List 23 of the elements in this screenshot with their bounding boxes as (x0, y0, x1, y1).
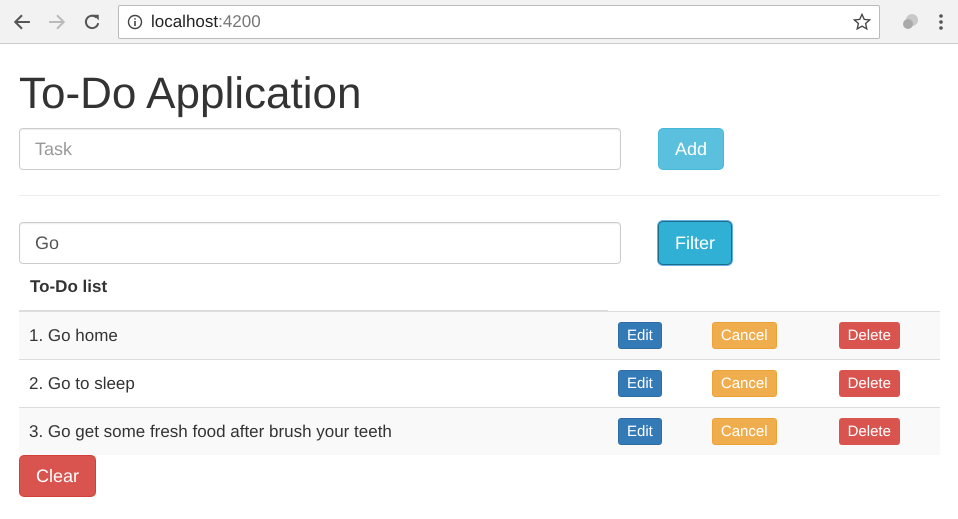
add-button[interactable]: Add (658, 128, 724, 170)
edit-button[interactable]: Edit (618, 322, 662, 350)
star-icon[interactable] (853, 12, 871, 30)
page-title: To-Do Application (19, 70, 362, 118)
delete-button[interactable]: Delete (838, 370, 900, 398)
menu-icon[interactable] (938, 12, 944, 30)
task-text: 2. Go to sleep (28, 374, 136, 394)
clear-button[interactable]: Clear (19, 455, 96, 498)
task-text: 3. Go get some fresh food after brush your teeth (28, 422, 393, 442)
back-icon[interactable] (13, 12, 31, 30)
edit-button[interactable]: Edit (618, 418, 662, 446)
url-host: localhost (151, 12, 218, 32)
edit-button[interactable]: Edit (618, 370, 662, 398)
delete-button[interactable]: Delete (838, 418, 900, 446)
filter-input[interactable]: Go (19, 222, 621, 264)
task-input[interactable]: Task (19, 128, 621, 170)
url-port: :4200 (218, 12, 261, 32)
address-bar[interactable]: localhost:4200 (118, 4, 880, 38)
delete-button[interactable]: Delete (838, 322, 900, 350)
reload-icon[interactable] (83, 12, 101, 30)
info-icon (127, 14, 143, 30)
filter-button[interactable]: Filter (658, 221, 732, 266)
task-text: 1. Go home (28, 326, 119, 346)
